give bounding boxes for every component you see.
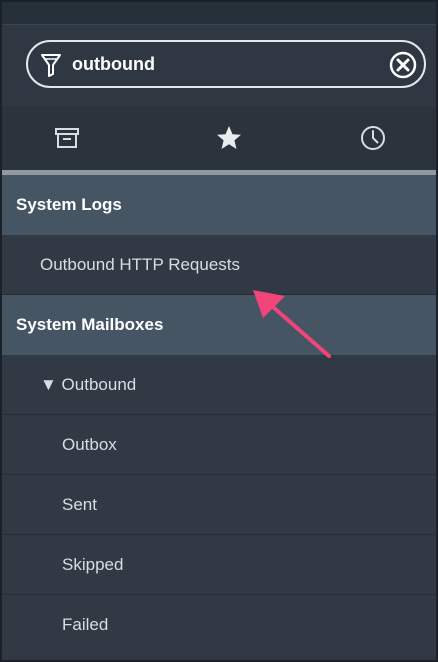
menu-header-system-logs[interactable]: System Logs <box>2 175 436 235</box>
menu-header-system-mailboxes[interactable]: System Mailboxes <box>2 295 436 355</box>
menu-item-outbound-http-requests[interactable]: Outbound HTTP Requests <box>2 235 436 295</box>
pointer-arrow-icon <box>253 290 331 358</box>
star-icon <box>217 126 241 149</box>
filter-input[interactable]: outbound <box>72 54 155 75</box>
clock-icon <box>361 126 385 150</box>
menu-item-outbox[interactable]: Outbox <box>2 415 436 475</box>
menu-item-sent[interactable]: Sent <box>2 475 436 535</box>
clear-filter-button[interactable] <box>388 50 418 80</box>
menu-item-outbound-group[interactable]: ▼ Outbound <box>2 355 436 415</box>
menu-label: ▼ Outbound <box>40 374 137 394</box>
navigator-tabs <box>2 106 436 170</box>
menu-item-skipped[interactable]: Skipped <box>2 535 436 595</box>
menu-label: System Logs <box>16 195 122 214</box>
menu-label: Sent <box>62 494 97 514</box>
tab-all-applications[interactable] <box>12 106 122 170</box>
top-strip <box>2 2 436 25</box>
tab-history[interactable] <box>318 106 428 170</box>
archive-icon <box>55 128 79 148</box>
menu-label: Skipped <box>62 554 124 574</box>
navigator-panel: outbound System Logs Outbound HTTP Reque… <box>0 0 438 662</box>
filter-box[interactable]: outbound <box>26 40 426 88</box>
menu-label: Failed <box>62 615 109 634</box>
tab-favorites[interactable] <box>174 106 284 170</box>
menu-label: Outbound HTTP Requests <box>40 254 241 274</box>
menu-item-failed[interactable]: Failed <box>2 595 436 655</box>
menu-label: System Mailboxes <box>16 315 164 334</box>
filter-icon <box>41 54 61 77</box>
menu-label: Outbox <box>62 434 117 454</box>
